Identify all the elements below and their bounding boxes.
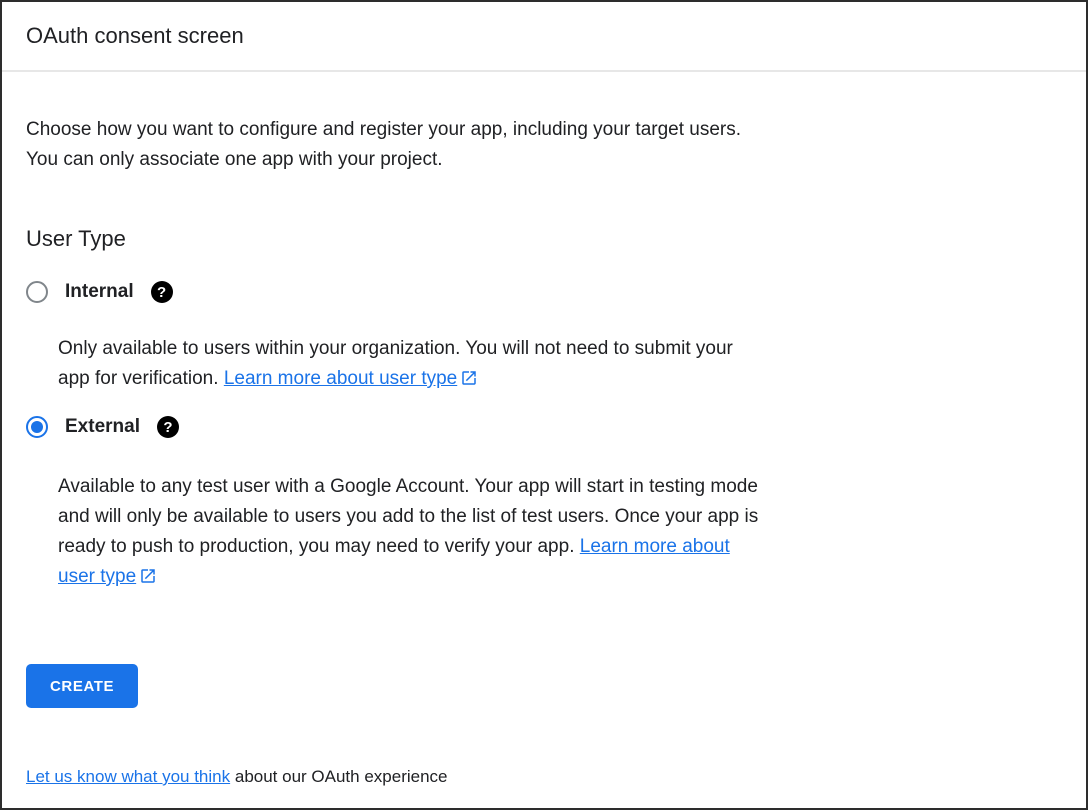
option-desc-external: Available to any test user with a Google… xyxy=(58,472,763,592)
intro-text: Choose how you want to configure and reg… xyxy=(26,115,771,175)
footer-text: about our OAuth experience xyxy=(235,767,448,786)
open-in-new-icon xyxy=(139,567,157,585)
page-footer: Let us know what you think about our OAu… xyxy=(2,766,1086,788)
radio-label-external: External xyxy=(65,416,140,438)
radio-label-internal: Internal xyxy=(65,281,134,303)
radio-internal[interactable] xyxy=(26,281,48,303)
page-header: OAuth consent screen xyxy=(2,2,1086,70)
page-title: OAuth consent screen xyxy=(2,2,1086,70)
feedback-link[interactable]: Let us know what you think xyxy=(26,767,230,786)
help-icon[interactable]: ? xyxy=(151,281,173,303)
oauth-consent-page: OAuth consent screen Choose how you want… xyxy=(0,0,1088,810)
radio-option-external[interactable]: External ? xyxy=(26,416,1062,438)
radio-option-internal[interactable]: Internal ? xyxy=(26,281,1062,303)
user-type-heading: User Type xyxy=(26,225,1062,253)
open-in-new-icon xyxy=(460,369,478,387)
header-divider xyxy=(2,70,1086,72)
create-button[interactable]: CREATE xyxy=(26,664,138,708)
learn-more-link-internal-label: Learn more about user type xyxy=(224,368,457,389)
option-desc-internal: Only available to users within your orga… xyxy=(58,334,763,394)
main-content: Choose how you want to configure and reg… xyxy=(2,115,1086,708)
radio-external[interactable] xyxy=(26,416,48,438)
help-icon[interactable]: ? xyxy=(157,416,179,438)
learn-more-link-internal[interactable]: Learn more about user type xyxy=(224,368,478,389)
